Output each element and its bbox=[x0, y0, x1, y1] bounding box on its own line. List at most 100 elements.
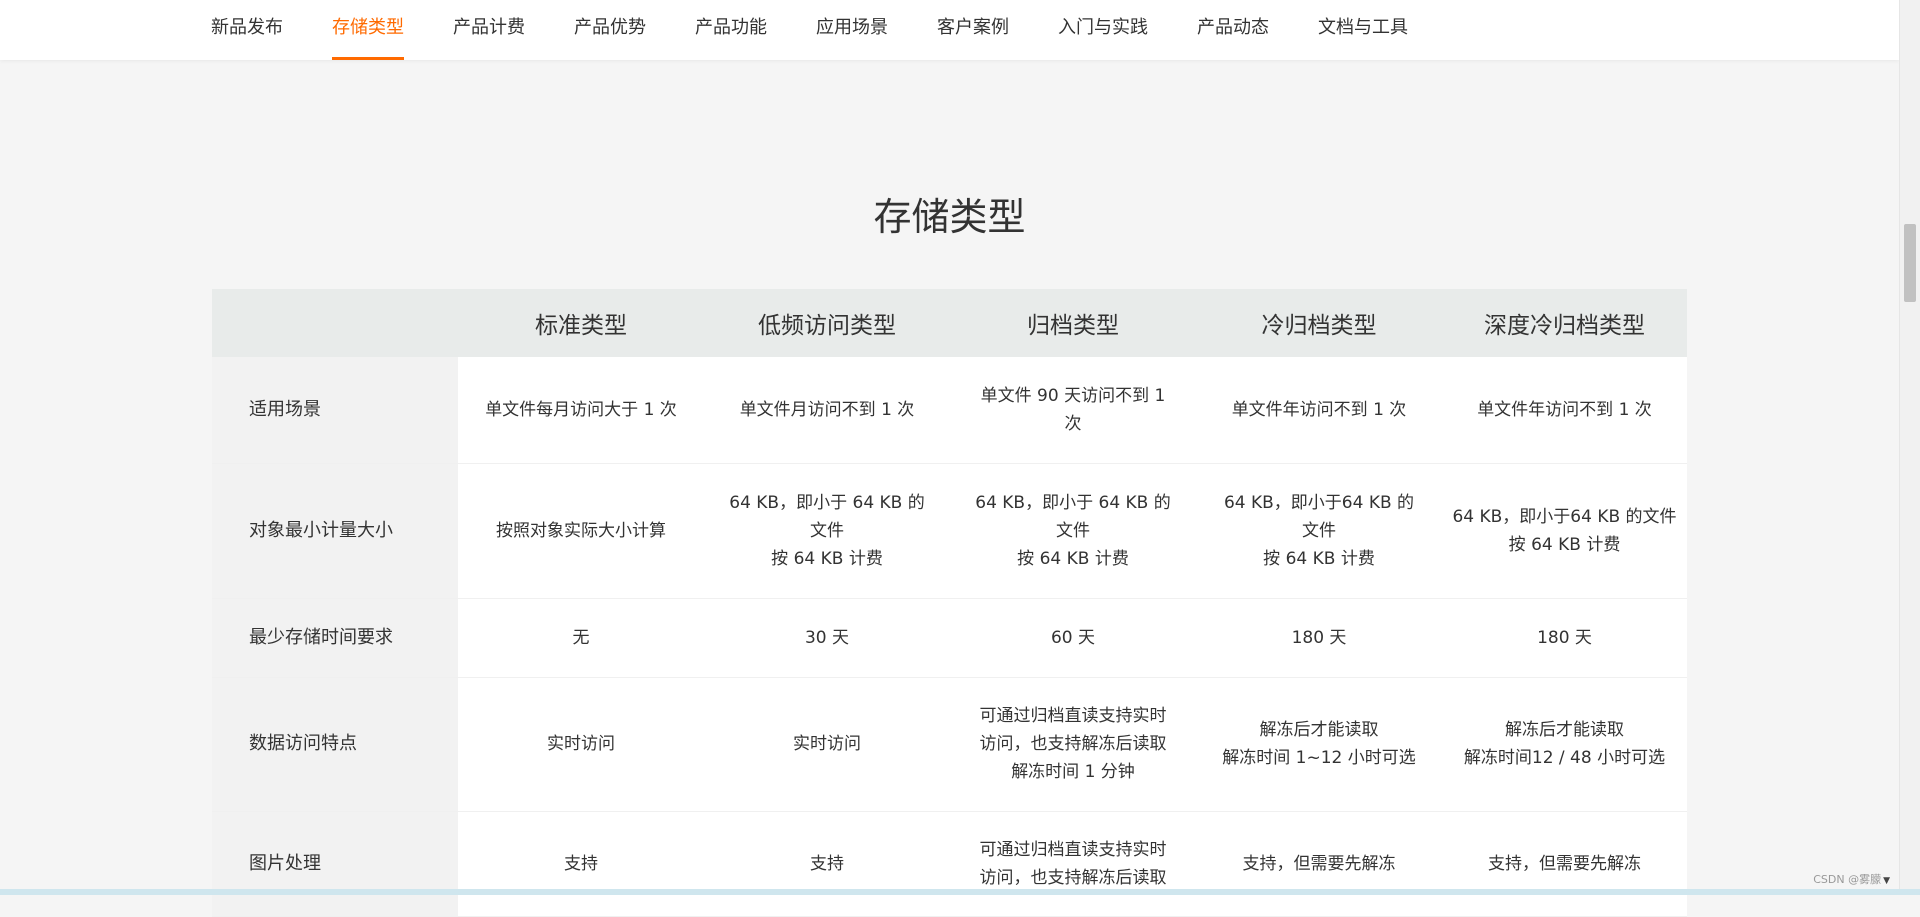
table-cell: 单文件年访问不到 1 次 bbox=[1442, 357, 1687, 464]
table-cell-line: 实时访问 bbox=[547, 734, 615, 754]
table-cell-line: 可通过归档直读支持实时 bbox=[979, 706, 1167, 726]
table-row: 数据访问特点 实时访问 实时访问 可通过归档直读支持实时 访问，也支持解冻后读取 解冻时间… bbox=[212, 677, 1687, 812]
table-cell-line: 单文件年访问不到 1 次 bbox=[1477, 399, 1652, 420]
table-cell-line: 实时访问 bbox=[793, 734, 861, 754]
table-cell: 可通过归档直读支持实时 访问，也支持解冻后读取 bbox=[950, 811, 1196, 917]
table-cell: 单文件 90 天访问不到 1 次 bbox=[950, 357, 1196, 464]
table-cell-line: 支持 bbox=[564, 853, 598, 874]
table-cell: 60 天 bbox=[950, 598, 1196, 678]
table-row-label: 适用场景 bbox=[212, 357, 458, 464]
top-navigation: 新品发布 存储类型 产品计费 产品优势 产品功能 应用场景 客户案例 入门与实践… bbox=[0, 0, 1899, 60]
table-cell-line: 30 天 bbox=[804, 627, 850, 648]
nav-tabs: 新品发布 存储类型 产品计费 产品优势 产品功能 应用场景 客户案例 入门与实践… bbox=[211, 0, 1457, 60]
nav-tab-customer-cases[interactable]: 客户案例 bbox=[937, 0, 1009, 60]
table-header-deep-cold-archive: 深度冷归档类型 bbox=[1442, 289, 1687, 357]
table-cell: 180 天 bbox=[1196, 598, 1442, 678]
table-cell-line: 64 KB，即小于 64 KB 的 bbox=[729, 492, 925, 513]
scrollbar-thumb[interactable] bbox=[1904, 224, 1916, 302]
table-row-label: 对象最小计量大小 bbox=[212, 463, 458, 599]
table-cell: 按照对象实际大小计算 bbox=[458, 463, 704, 599]
table-cell-line: 180 天 bbox=[1537, 627, 1592, 648]
table-cell-line: 单文件 90 天访问不到 1 bbox=[980, 385, 1166, 406]
table-header-row: 标准类型 低频访问类型 归档类型 冷归档类型 深度冷归档类型 bbox=[212, 289, 1687, 357]
table-cell: 无 bbox=[458, 598, 704, 678]
table-cell: 支持 bbox=[704, 811, 950, 917]
table-cell-line: 访问，也支持解冻后读取 bbox=[979, 867, 1167, 888]
table-cell-line: 单文件每月访问大于 1 次 bbox=[485, 399, 677, 420]
table-header-infrequent-access: 低频访问类型 bbox=[704, 289, 950, 357]
table-cell: 支持 bbox=[458, 811, 704, 917]
table-cell: 实时访问 bbox=[458, 677, 704, 812]
table-row-label: 图片处理 bbox=[212, 811, 458, 917]
table-cell: 180 天 bbox=[1442, 598, 1687, 678]
table-header-corner bbox=[212, 289, 458, 357]
nav-tab-advantages[interactable]: 产品优势 bbox=[574, 0, 646, 60]
table-cell-line: 可通过归档直读支持实时 bbox=[979, 839, 1167, 860]
table-cell-line: 无 bbox=[572, 627, 590, 648]
nav-tab-getting-started[interactable]: 入门与实践 bbox=[1058, 0, 1148, 60]
watermark: CSDN @雾朦 ▼ bbox=[1813, 871, 1890, 887]
table-cell: 30 天 bbox=[704, 598, 950, 678]
table-cell-line: 单文件年访问不到 1 次 bbox=[1231, 399, 1407, 420]
table-cell: 解冻后才能读取解冻时间 1~12 小时可选 bbox=[1196, 677, 1442, 812]
table-body: 适用场景 单文件每月访问大于 1 次 单文件月访问不到 1 次 单文件 90 天访问不… bbox=[212, 357, 1687, 917]
table-row-label: 数据访问特点 bbox=[212, 677, 458, 812]
table-cell-line: 按 64 KB 计费 bbox=[771, 548, 883, 569]
table-cell-line: 访问，也支持解冻后读取 bbox=[979, 734, 1167, 754]
table-cell-line: 解冻后才能读取 bbox=[1505, 720, 1624, 740]
table-cell-line: 按 64 KB 计费 bbox=[1263, 548, 1375, 569]
nav-tab-features[interactable]: 产品功能 bbox=[695, 0, 767, 60]
storage-type-comparison-table: 标准类型 低频访问类型 归档类型 冷归档类型 深度冷归档类型 适用场景 单文件每月… bbox=[212, 289, 1687, 917]
table-cell: 64 KB，即小于 64 KB 的文件按 64 KB 计费 bbox=[704, 463, 950, 599]
table-cell: 64 KB，即小于64 KB 的文件按 64 KB 计费 bbox=[1442, 463, 1687, 599]
table-cell-line: 解冻时间 1~12 小时可选 bbox=[1222, 748, 1416, 768]
table-cell-line: 解冻时间12 / 48 小时可选 bbox=[1463, 748, 1666, 768]
table-cell: 解冻后才能读取解冻时间12 / 48 小时可选 bbox=[1442, 677, 1687, 812]
table-cell-line: 单文件月访问不到 1 次 bbox=[739, 399, 915, 420]
table-cell: 实时访问 bbox=[704, 677, 950, 812]
table-cell-line: 支持 bbox=[810, 853, 844, 874]
nav-tab-new-release[interactable]: 新品发布 bbox=[211, 0, 283, 60]
nav-tab-pricing[interactable]: 产品计费 bbox=[453, 0, 525, 60]
bottom-strip bbox=[0, 889, 1920, 895]
watermark-text: CSDN @雾朦 bbox=[1813, 873, 1882, 886]
nav-tab-product-news[interactable]: 产品动态 bbox=[1197, 0, 1269, 60]
table-cell-line: 64 KB，即小于 64 KB 的 bbox=[975, 492, 1171, 513]
table-cell-line: 解冻时间 1 分钟 bbox=[1011, 762, 1135, 782]
nav-tab-scenarios[interactable]: 应用场景 bbox=[816, 0, 888, 60]
table-row: 图片处理 支持 支持 可通过归档直读支持实时 访问，也支持解冻后读取 支持，但需要先解冻 支… bbox=[212, 811, 1687, 917]
table-cell-line: 文件 bbox=[1056, 520, 1090, 541]
table-cell-line: 180 天 bbox=[1291, 627, 1347, 648]
table-cell-line: 文件 bbox=[810, 520, 844, 541]
vertical-scrollbar[interactable] bbox=[1899, 0, 1920, 895]
table-cell: 可通过归档直读支持实时 访问，也支持解冻后读取 解冻时间 1 分钟 bbox=[950, 677, 1196, 812]
table-row: 适用场景 单文件每月访问大于 1 次 单文件月访问不到 1 次 单文件 90 天访问不… bbox=[212, 357, 1687, 464]
section-title: 存储类型 bbox=[873, 195, 1026, 239]
table-cell: 单文件每月访问大于 1 次 bbox=[458, 357, 704, 464]
table-cell-line: 64 KB，即小于64 KB 的 bbox=[1223, 492, 1415, 513]
table-cell: 支持，但需要先解冻 bbox=[1196, 811, 1442, 917]
table-cell-line: 按 64 KB 计费 bbox=[1508, 534, 1621, 555]
nav-tab-docs-tools[interactable]: 文档与工具 bbox=[1318, 0, 1408, 60]
table-header-cold-archive: 冷归档类型 bbox=[1196, 289, 1442, 357]
table-cell-line: 支持，但需要先解冻 bbox=[1488, 853, 1641, 874]
table-cell-line: 文件 bbox=[1302, 520, 1336, 541]
table-cell: 单文件年访问不到 1 次 bbox=[1196, 357, 1442, 464]
caret-down-icon: ▼ bbox=[1883, 876, 1890, 886]
table-header-standard: 标准类型 bbox=[458, 289, 704, 357]
table-row-label: 最少存储时间要求 bbox=[212, 598, 458, 678]
table-cell: 单文件月访问不到 1 次 bbox=[704, 357, 950, 464]
table-cell-line: 按 64 KB 计费 bbox=[1017, 548, 1129, 569]
table-cell: 64 KB，即小于 64 KB 的文件按 64 KB 计费 bbox=[950, 463, 1196, 599]
table-cell-line: 解冻后才能读取 bbox=[1259, 720, 1379, 740]
table-cell: 64 KB，即小于64 KB 的文件按 64 KB 计费 bbox=[1196, 463, 1442, 599]
table-header-archive: 归档类型 bbox=[950, 289, 1196, 357]
nav-tab-storage-types[interactable]: 存储类型 bbox=[332, 0, 404, 60]
table-cell: 支持，但需要先解冻 bbox=[1442, 811, 1687, 917]
table-cell-line: 支持，但需要先解冻 bbox=[1242, 853, 1396, 874]
table-row: 对象最小计量大小 按照对象实际大小计算 64 KB，即小于 64 KB 的文件按 6… bbox=[212, 463, 1687, 599]
table-row: 最少存储时间要求 无 30 天 60 天 180 天 180 天 bbox=[212, 598, 1687, 678]
table-cell-line: 按照对象实际大小计算 bbox=[496, 520, 666, 541]
table-cell-line: 60 天 bbox=[1050, 627, 1096, 648]
table-cell-line: 次 bbox=[1064, 413, 1082, 434]
